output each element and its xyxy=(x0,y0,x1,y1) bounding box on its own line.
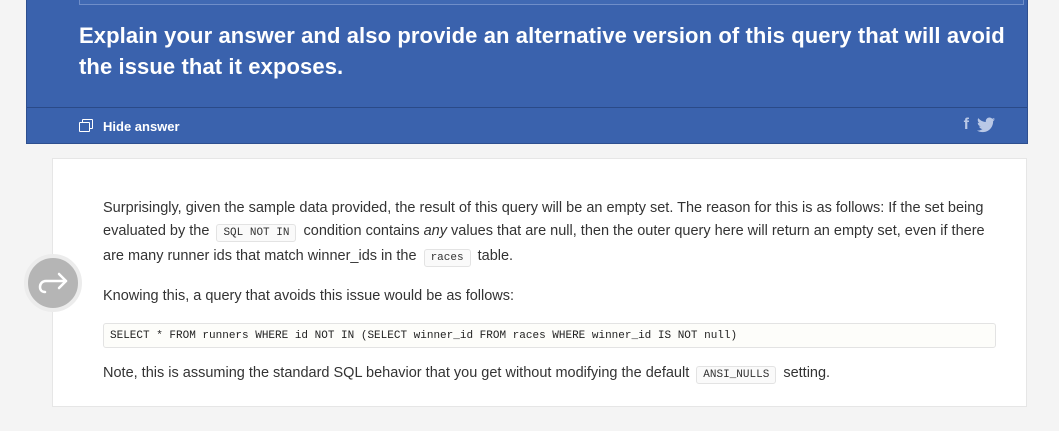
social-share: f xyxy=(964,116,995,134)
twitter-icon[interactable] xyxy=(977,117,995,133)
answer-text: Note, this is assuming the standard SQL … xyxy=(103,365,690,381)
answer-paragraph-2: Knowing this, a query that avoids this i… xyxy=(103,288,515,304)
inline-code-ansi-nulls: ANSI_NULLS xyxy=(696,366,777,384)
answer-text: setting. xyxy=(783,365,831,381)
answer-text: table. xyxy=(477,248,514,264)
next-question-button[interactable] xyxy=(24,254,82,312)
emphasis-text: any xyxy=(423,223,447,239)
answer-body: Surprisingly, given the sample data prov… xyxy=(103,197,998,402)
answer-paragraph-3: Note, this is assuming the standard SQL … xyxy=(103,362,998,387)
inline-code-sql-not-in: SQL NOT IN xyxy=(216,224,297,242)
hide-answer-label: Hide answer xyxy=(103,118,180,134)
facebook-icon[interactable]: f xyxy=(964,116,969,134)
inline-code-races: races xyxy=(423,249,471,267)
answer-text: condition contains xyxy=(303,223,420,239)
arrow-right-icon xyxy=(38,272,68,294)
hide-answer-button[interactable]: Hide answer xyxy=(79,117,180,135)
copy-icon xyxy=(79,119,94,133)
answer-card: Surprisingly, given the sample data prov… xyxy=(52,158,1027,407)
previous-question-strip xyxy=(79,0,1024,5)
question-text: Explain your answer and also provide an … xyxy=(79,23,1005,79)
question-footer: Hide answer f xyxy=(27,107,1027,143)
question-card: Explain your answer and also provide an … xyxy=(26,0,1028,144)
code-block: SELECT * FROM runners WHERE id NOT IN (S… xyxy=(103,323,996,348)
answer-paragraph-1: Surprisingly, given the sample data prov… xyxy=(103,197,998,270)
